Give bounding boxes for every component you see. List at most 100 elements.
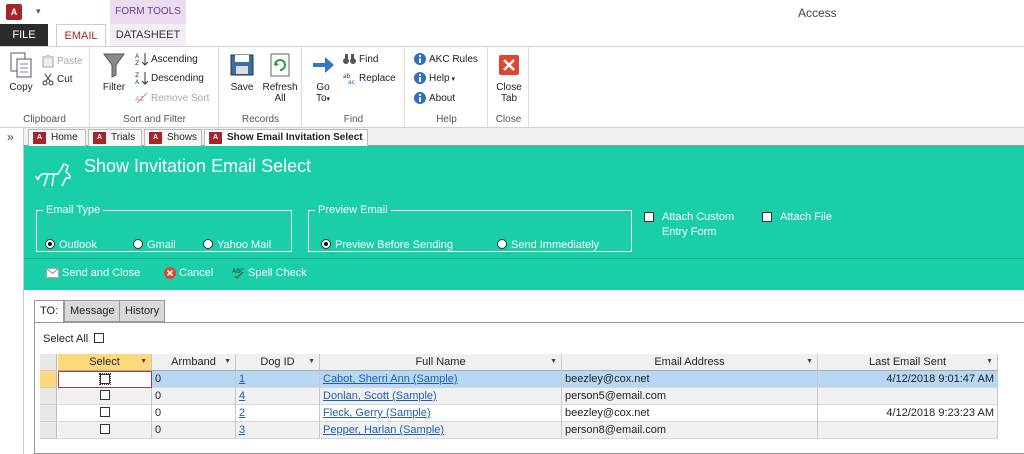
- about-button[interactable]: About: [414, 90, 455, 108]
- copy-label: Copy: [9, 82, 33, 93]
- dog-id-link[interactable]: 1: [236, 371, 320, 388]
- filter-button[interactable]: Filter: [97, 51, 131, 93]
- radio-gmail[interactable]: Gmail: [133, 238, 176, 252]
- column-header-select[interactable]: Select ▼: [58, 354, 152, 371]
- sort-descending-button[interactable]: Z A Descending: [135, 70, 204, 88]
- spell-check-button[interactable]: ABC Spell Check: [232, 267, 307, 280]
- doc-tab-show-email-invitation-select[interactable]: A Show Email Invitation Select: [204, 129, 368, 147]
- sort-filter-group-label: Sort and Filter: [123, 114, 186, 125]
- full-name-link[interactable]: Pepper, Harlan (Sample): [320, 422, 562, 439]
- column-header-full-name[interactable]: Full Name ▼: [320, 354, 562, 371]
- table-row[interactable]: 0 1 Cabot, Sherri Ann (Sample) beezley@c…: [40, 371, 998, 388]
- replace-button[interactable]: ab ac Replace: [343, 70, 396, 88]
- save-button[interactable]: Save: [226, 51, 258, 93]
- tab-message[interactable]: Message: [64, 300, 121, 322]
- email-address-cell[interactable]: person5@email.com: [562, 388, 818, 405]
- row-select-checkbox[interactable]: [99, 407, 110, 417]
- help-button[interactable]: Help ▾: [414, 70, 455, 88]
- record-selector[interactable]: [40, 371, 57, 388]
- tab-file[interactable]: FILE: [0, 24, 48, 46]
- full-name-link[interactable]: Cabot, Sherri Ann (Sample): [320, 371, 562, 388]
- radio-outlook[interactable]: Outlook: [45, 238, 97, 252]
- go-to-label-line-2: To: [315, 93, 327, 104]
- select-cell[interactable]: [58, 405, 152, 422]
- full-name-link[interactable]: Donlan, Scott (Sample): [320, 388, 562, 405]
- record-selector[interactable]: [40, 388, 57, 405]
- attach-custom-entry-form-checkbox[interactable]: Attach Custom Entry Form: [644, 210, 754, 240]
- refresh-all-button[interactable]: Refresh All: [260, 51, 300, 104]
- column-dropdown-icon[interactable]: ▼: [550, 354, 557, 370]
- envelope-icon: [46, 268, 59, 279]
- navigation-pane-toggle[interactable]: »: [0, 128, 24, 454]
- armband-cell[interactable]: 0: [152, 422, 236, 439]
- table-row[interactable]: 0 3 Pepper, Harlan (Sample) person8@emai…: [40, 422, 998, 439]
- tab-history[interactable]: History: [119, 300, 166, 322]
- dog-id-link[interactable]: 3: [236, 422, 320, 439]
- select-cell[interactable]: [58, 371, 152, 388]
- column-dropdown-icon[interactable]: ▼: [806, 354, 813, 370]
- find-button[interactable]: Find: [343, 51, 378, 69]
- record-selector[interactable]: [40, 422, 57, 439]
- doc-tab-shows[interactable]: A Shows: [144, 129, 202, 146]
- svg-text:Z: Z: [135, 72, 139, 79]
- tab-email[interactable]: EMAIL: [56, 24, 106, 47]
- attach-file-checkbox[interactable]: Attach File: [762, 210, 852, 225]
- full-name-link[interactable]: Fleck, Gerry (Sample): [320, 405, 562, 422]
- table-row[interactable]: 0 2 Fleck, Gerry (Sample) beezley@cox.ne…: [40, 405, 998, 422]
- access-app-icon[interactable]: A: [6, 4, 22, 20]
- armband-cell[interactable]: 0: [152, 388, 236, 405]
- email-address-cell[interactable]: person8@email.com: [562, 422, 818, 439]
- armband-cell[interactable]: 0: [152, 405, 236, 422]
- column-dropdown-icon[interactable]: ▼: [308, 354, 315, 370]
- email-address-cell[interactable]: beezley@cox.net: [562, 405, 818, 422]
- radio-preview-before-sending[interactable]: Preview Before Sending: [321, 238, 453, 252]
- column-dropdown-icon[interactable]: ▼: [986, 354, 993, 370]
- tab-datasheet[interactable]: DATASHEET: [110, 24, 186, 46]
- doc-tab-home[interactable]: A Home: [28, 129, 86, 146]
- cut-button[interactable]: Cut: [42, 71, 73, 89]
- go-to-button[interactable]: Go To▾: [309, 51, 337, 104]
- radio-yahoo-mail[interactable]: Yahoo Mail: [203, 238, 271, 252]
- close-group-label: Close: [495, 114, 522, 125]
- replace-label: Replace: [359, 73, 396, 84]
- record-selector[interactable]: [40, 405, 57, 422]
- last-email-sent-cell[interactable]: 4/12/2018 9:01:47 AM: [818, 371, 998, 388]
- select-cell[interactable]: [58, 388, 152, 405]
- form-icon: A: [149, 132, 162, 144]
- column-header-email-address[interactable]: Email Address ▼: [562, 354, 818, 371]
- table-row[interactable]: 0 4 Donlan, Scott (Sample) person5@email…: [40, 388, 998, 405]
- last-email-sent-cell[interactable]: [818, 388, 998, 405]
- column-header-armband[interactable]: Armband ▼: [152, 354, 236, 371]
- svg-text:A: A: [135, 53, 140, 60]
- quick-access-dropdown-icon[interactable]: ▾: [36, 6, 41, 17]
- arrow-right-icon: [313, 57, 334, 73]
- column-header-dog-id[interactable]: Dog ID ▼: [236, 354, 320, 371]
- paste-button[interactable]: Paste: [42, 53, 83, 71]
- email-address-cell[interactable]: beezley@cox.net: [562, 371, 818, 388]
- select-all-checkbox[interactable]: Select All: [43, 333, 105, 345]
- akc-rules-button[interactable]: AKC Rules: [414, 51, 478, 69]
- radio-send-immediately[interactable]: Send Immediately: [497, 238, 599, 252]
- armband-cell[interactable]: 0: [152, 371, 236, 388]
- send-and-close-button[interactable]: Send and Close: [46, 267, 140, 279]
- dog-id-link[interactable]: 4: [236, 388, 320, 405]
- row-select-checkbox[interactable]: [99, 390, 110, 400]
- tab-to[interactable]: TO:: [34, 300, 65, 323]
- last-email-sent-cell[interactable]: [818, 422, 998, 439]
- row-select-checkbox[interactable]: [99, 373, 111, 385]
- remove-sort-button[interactable]: AZ Remove Sort: [135, 90, 209, 108]
- column-dropdown-icon[interactable]: ▼: [140, 354, 147, 370]
- spell-check-icon: ABC: [232, 268, 244, 280]
- sort-ascending-button[interactable]: A Z Ascending: [135, 51, 198, 69]
- row-select-checkbox[interactable]: [99, 424, 110, 434]
- select-cell[interactable]: [58, 422, 152, 439]
- select-all-records-cell[interactable]: [40, 354, 57, 371]
- dog-id-link[interactable]: 2: [236, 405, 320, 422]
- column-dropdown-icon[interactable]: ▼: [224, 354, 231, 370]
- copy-button[interactable]: Copy: [4, 51, 38, 93]
- last-email-sent-cell[interactable]: 4/12/2018 9:23:23 AM: [818, 405, 998, 422]
- cancel-button[interactable]: Cancel: [164, 267, 213, 280]
- close-tab-button[interactable]: Close Tab: [491, 51, 527, 104]
- doc-tab-trials[interactable]: A Trials: [88, 129, 142, 146]
- column-header-last-email-sent[interactable]: Last Email Sent ▼: [818, 354, 998, 371]
